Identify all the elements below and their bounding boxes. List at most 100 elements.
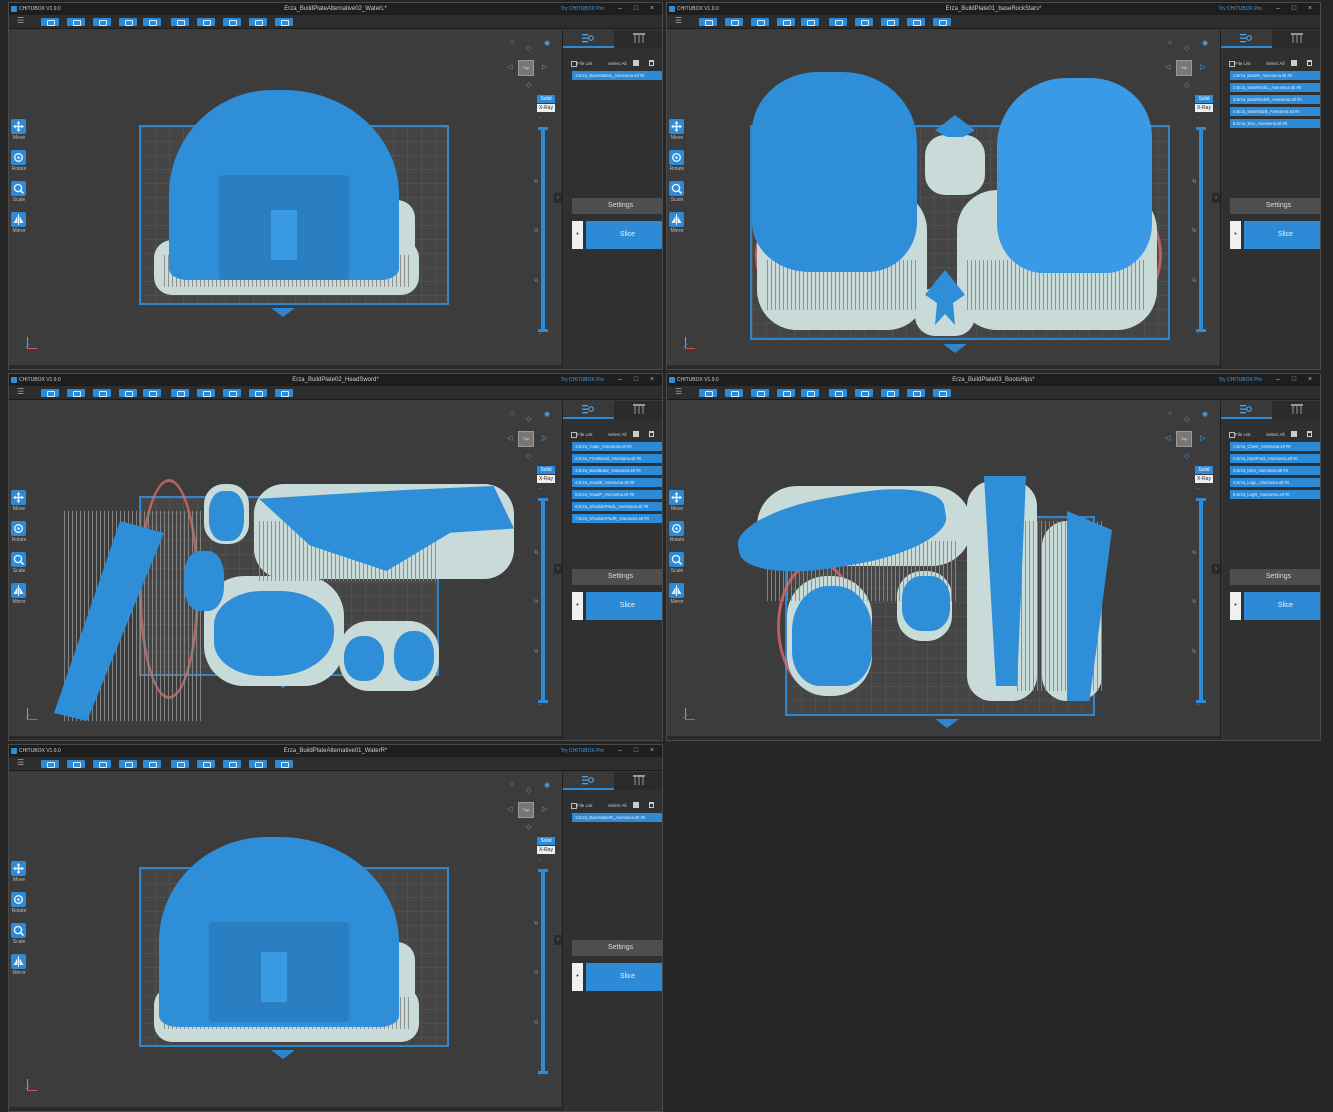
slider-bottom-handle[interactable] (538, 1071, 548, 1074)
slider-bottom-handle[interactable] (1196, 329, 1206, 332)
left-view-icon[interactable]: ◁ (507, 805, 512, 813)
slice-button[interactable]: Slice (586, 592, 662, 620)
cut-icon[interactable] (93, 760, 111, 768)
collapse-panel-button[interactable]: › (554, 193, 562, 203)
file-list-item[interactable]: 5.Erza_Star_Asensena.stl #0 (1230, 119, 1320, 128)
tab-model-settings[interactable] (1221, 30, 1272, 48)
rotate-tool[interactable]: Rotate (11, 150, 27, 180)
auto-layout-icon[interactable] (223, 18, 241, 26)
front-view-icon[interactable]: ◇ (526, 415, 531, 423)
eye-icon[interactable]: ◉ (544, 410, 550, 418)
maximize-button[interactable]: □ (630, 374, 642, 386)
close-button[interactable]: × (646, 745, 658, 757)
head-front-model[interactable] (209, 491, 244, 541)
settings-button[interactable]: Settings (572, 198, 662, 214)
view-cube[interactable]: Top (518, 802, 534, 818)
cut-icon[interactable] (751, 389, 769, 397)
hollow-icon[interactable] (249, 760, 267, 768)
copy-icon[interactable] (777, 389, 795, 397)
minimize-button[interactable]: – (614, 745, 626, 757)
move-tool[interactable]: Move (669, 119, 685, 149)
auto-layout-icon[interactable] (881, 389, 899, 397)
hips-front-model[interactable] (902, 576, 950, 631)
collapse-panel-button[interactable]: › (1212, 193, 1220, 203)
save-icon[interactable] (67, 389, 85, 397)
select-all-checkbox[interactable] (633, 802, 639, 808)
slider-up-arrow[interactable]: ˇ (539, 860, 541, 866)
slice-mode-button[interactable]: • (1230, 592, 1241, 620)
open-file-icon[interactable] (699, 18, 717, 26)
maximize-button[interactable]: □ (1288, 374, 1300, 386)
front-view-icon[interactable]: ◇ (526, 44, 531, 52)
left-view-icon[interactable]: ◁ (507, 434, 512, 442)
camera-icon[interactable] (933, 18, 951, 26)
open-file-icon[interactable] (41, 18, 59, 26)
eye-icon[interactable]: ◉ (544, 39, 550, 47)
rotate-tool[interactable]: Rotate (669, 521, 685, 551)
slice-mode-button[interactable]: • (1230, 221, 1241, 249)
file-list-item[interactable]: 7.Erza_ShoulderPadR_Asensena.stl #0 (572, 514, 662, 523)
slider-down-arrow[interactable]: ˆ (1197, 705, 1199, 711)
slider-bottom-handle[interactable] (1196, 700, 1206, 703)
file-list-item[interactable]: 5.Erza_HeadF_Asensena.stl #0 (572, 490, 662, 499)
menu-icon[interactable]: ☰ (17, 758, 24, 767)
tab-model-settings[interactable] (563, 772, 614, 790)
try-pro-link[interactable]: Try CHITUBOX Pro (561, 3, 604, 15)
home-view-icon[interactable]: ⌂ (510, 781, 514, 788)
auto-layout-icon[interactable] (223, 389, 241, 397)
layer-slider[interactable]: ˇ ¾ ½ ¼ ˆ (534, 489, 548, 713)
xray-mode-button[interactable]: X-Ray (537, 104, 555, 112)
shoulder-pad-model[interactable] (344, 636, 384, 681)
bottom-view-icon[interactable]: ◇ (526, 823, 531, 831)
tab-support[interactable] (1272, 401, 1320, 419)
copy-icon[interactable] (119, 389, 137, 397)
redo-icon[interactable] (197, 18, 215, 26)
redo-icon[interactable] (197, 389, 215, 397)
front-view-icon[interactable]: ◇ (1184, 415, 1189, 423)
slice-button[interactable]: Slice (586, 963, 662, 991)
maximize-button[interactable]: □ (630, 745, 642, 757)
xray-mode-button[interactable]: X-Ray (537, 475, 555, 483)
right-view-icon[interactable]: ▷ (1200, 63, 1205, 71)
3d-viewport[interactable] (667, 401, 1220, 740)
menu-icon[interactable]: ☰ (17, 387, 24, 396)
3d-viewport[interactable] (9, 30, 562, 369)
try-pro-link[interactable]: Try CHITUBOX Pro (561, 374, 604, 386)
file-list-item[interactable]: 1.Erza_Cape_Asensena.stl #0 (572, 442, 662, 451)
layer-slider[interactable]: ˇ ¾ ½ ¼ ˆ (1192, 118, 1206, 342)
mirror-tool[interactable]: Mirror (11, 954, 27, 984)
maximize-button[interactable]: □ (630, 3, 642, 15)
close-button[interactable]: × (646, 374, 658, 386)
file-list-item[interactable]: 4.Erza_BaseStarB_Asensena.stl #0 (1230, 107, 1320, 116)
right-view-icon[interactable]: ▷ (542, 434, 547, 442)
home-view-icon[interactable]: ⌂ (510, 39, 514, 46)
file-list-item[interactable]: 2.Erza_HipsFront_Asensena.stl #0 (1230, 454, 1320, 463)
rock-right-model[interactable] (997, 78, 1152, 273)
cut-icon[interactable] (93, 389, 111, 397)
slider-down-arrow[interactable]: ˆ (539, 1076, 541, 1082)
paste-icon[interactable] (143, 389, 161, 397)
paste-icon[interactable] (801, 18, 819, 26)
solid-mode-button[interactable]: Solid (1195, 95, 1213, 103)
file-list-item[interactable]: 5.Erza_LegR_Asensena.stl #0 (1230, 490, 1320, 499)
back-braid-model[interactable] (184, 551, 224, 611)
slice-mode-button[interactable]: • (572, 592, 583, 620)
save-icon[interactable] (725, 18, 743, 26)
delete-icon[interactable] (1307, 60, 1312, 66)
tab-support[interactable] (1272, 30, 1320, 48)
mirror-tool[interactable]: Mirror (669, 212, 685, 242)
front-view-icon[interactable]: ◇ (526, 786, 531, 794)
star-top-model[interactable] (935, 115, 975, 137)
slice-mode-button[interactable]: • (572, 221, 583, 249)
close-button[interactable]: × (646, 3, 658, 15)
tab-support[interactable] (614, 30, 662, 48)
home-view-icon[interactable]: ⌂ (1168, 39, 1172, 46)
xray-mode-button[interactable]: X-Ray (1195, 475, 1213, 483)
rotate-tool[interactable]: Rotate (11, 892, 27, 922)
tab-support[interactable] (614, 401, 662, 419)
home-view-icon[interactable]: ⌂ (510, 410, 514, 417)
scale-tool[interactable]: Scale (11, 923, 27, 953)
hips-model[interactable] (792, 586, 872, 686)
collapse-panel-button[interactable]: › (554, 564, 562, 574)
camera-icon[interactable] (275, 18, 293, 26)
